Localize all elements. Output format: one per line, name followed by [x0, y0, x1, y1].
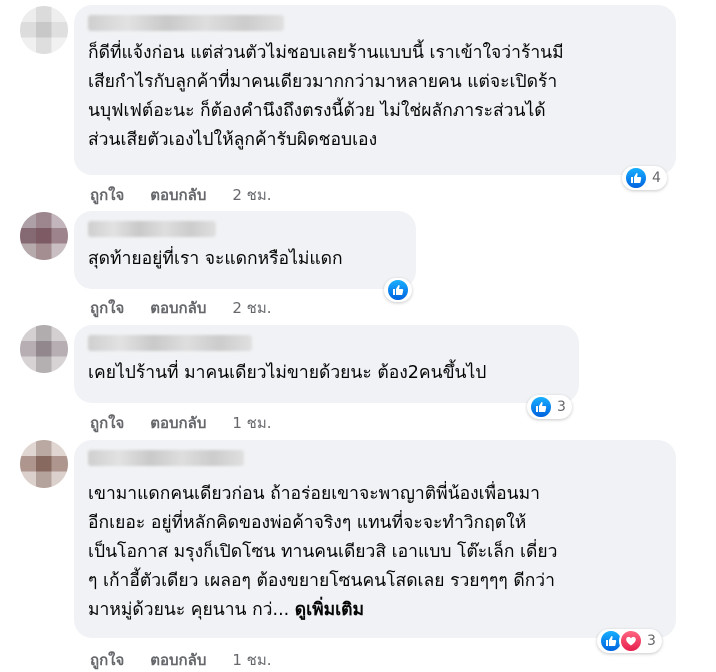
like-button[interactable]: ถูกใจ [90, 411, 124, 435]
reply-button[interactable]: ตอบกลับ [150, 411, 206, 435]
comment-timestamp[interactable]: 2 ชม. [232, 296, 271, 320]
comment-timestamp[interactable]: 1 ชม. [232, 648, 271, 672]
comment-actions: ถูกใจ ตอบกลับ 2 ชม. [90, 296, 272, 320]
like-button[interactable]: ถูกใจ [90, 296, 124, 320]
comment-bubble: สุดท้ายอยู่ที่เรา จะแดกหรือไม่แดก [74, 211, 416, 289]
comment-actions: ถูกใจ ตอบกลับ 2 ชม. [90, 183, 272, 207]
reaction-count: 3 [557, 399, 566, 415]
comment-bubble: เขามาแดกคนเดียวก่อน ถ้าอร่อยเขาจะพาญาติพ… [74, 440, 676, 638]
reaction-summary[interactable]: 4 [622, 166, 667, 190]
reaction-summary[interactable] [384, 278, 412, 302]
see-more-link[interactable]: ดูเพิ่มเติม [295, 600, 364, 620]
comment-text: สุดท้ายอยู่ที่เรา จะแดกหรือไม่แดก [88, 249, 343, 269]
reaction-summary[interactable]: 3 [527, 395, 572, 419]
comment-text: เคยไปร้านที่ มาคนเดียวไม่ขายด้วยนะ ต้อง2… [88, 363, 487, 383]
love-reaction-icon [619, 629, 643, 653]
reaction-summary[interactable]: 3 [597, 629, 662, 653]
avatar[interactable] [20, 6, 68, 54]
blurred-author-name[interactable] [88, 335, 252, 351]
comment-timestamp[interactable]: 1 ชม. [232, 411, 271, 435]
like-reaction-icon [624, 166, 648, 190]
blurred-author-name[interactable] [88, 15, 284, 31]
avatar[interactable] [20, 440, 68, 488]
reply-button[interactable]: ตอบกลับ [150, 183, 206, 207]
comment-actions: ถูกใจ ตอบกลับ 1 ชม. [90, 411, 272, 435]
like-reaction-icon [386, 278, 410, 302]
avatar[interactable] [20, 325, 68, 373]
comment-text: ก็ดีที่แจ้งก่อน แต่ส่วนตัวไม่ชอบเลยร้านแ… [88, 43, 564, 150]
comment-timestamp[interactable]: 2 ชม. [232, 183, 271, 207]
comment-actions: ถูกใจ ตอบกลับ 1 ชม. [90, 648, 272, 672]
blurred-author-name[interactable] [88, 221, 216, 237]
reply-button[interactable]: ตอบกลับ [150, 648, 206, 672]
like-button[interactable]: ถูกใจ [90, 183, 124, 207]
comment-text: เขามาแดกคนเดียวก่อน ถ้าอร่อยเขาจะพาญาติพ… [88, 480, 664, 625]
blurred-author-name[interactable] [88, 450, 244, 466]
comment-bubble: ก็ดีที่แจ้งก่อน แต่ส่วนตัวไม่ชอบเลยร้านแ… [74, 5, 676, 175]
reaction-count: 3 [647, 633, 656, 649]
avatar[interactable] [20, 212, 68, 260]
like-button[interactable]: ถูกใจ [90, 648, 124, 672]
reply-button[interactable]: ตอบกลับ [150, 296, 206, 320]
like-reaction-icon [529, 395, 553, 419]
comment-bubble: เคยไปร้านที่ มาคนเดียวไม่ขายด้วยนะ ต้อง2… [74, 325, 579, 403]
reaction-count: 4 [652, 170, 661, 186]
